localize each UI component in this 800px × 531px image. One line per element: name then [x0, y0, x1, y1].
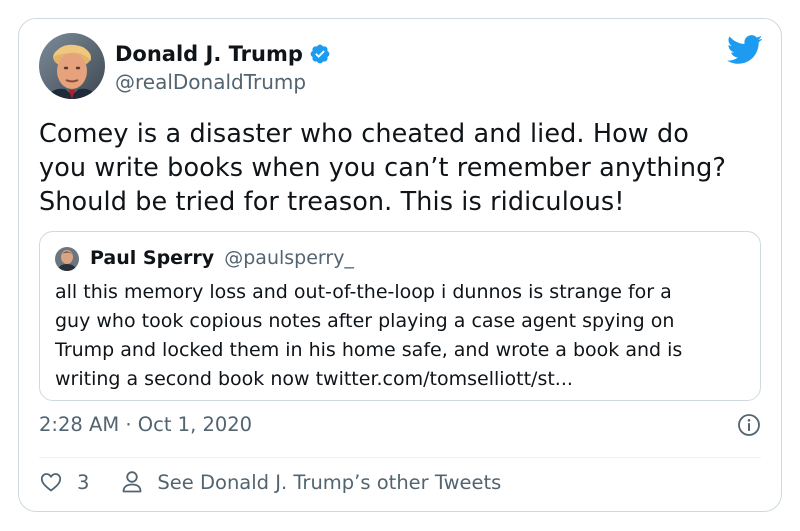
author-display-name[interactable]: Donald J. Trump: [115, 41, 303, 67]
tweet-text: Comey is a disaster who cheated and lied…: [39, 119, 727, 217]
profile-photo-icon: [39, 33, 105, 99]
heart-icon: [40, 473, 62, 492]
tweet-actions: 3 See Donald J. Trump’s other Tweets: [39, 467, 501, 497]
divider: [39, 457, 761, 458]
twitter-bird-icon[interactable]: [727, 35, 763, 65]
quoted-header: Paul Sperry @paulsperry_: [90, 245, 354, 271]
quoted-display-name: Paul Sperry: [90, 247, 215, 269]
quoted-tweet[interactable]: Paul Sperry @paulsperry_ all this memory…: [39, 231, 761, 401]
quoted-text: all this memory loss and out-of-the-loop…: [55, 281, 683, 390]
person-icon: [123, 471, 142, 493]
like-count: 3: [77, 470, 90, 494]
quoted-author-avatar[interactable]: [55, 247, 79, 271]
quoted-profile-photo-icon: [55, 247, 79, 271]
like-button[interactable]: 3: [39, 470, 89, 494]
tweet-card[interactable]: Donald J. Trump @realDonaldTrump Comey i…: [18, 18, 782, 512]
author-handle[interactable]: @realDonaldTrump: [115, 69, 306, 95]
verified-badge-icon: [310, 44, 330, 64]
tweet-timestamp[interactable]: 2:28 AM · Oct 1, 2020: [39, 411, 252, 439]
see-other-tweets-link[interactable]: See Donald J. Trump’s other Tweets: [121, 470, 501, 494]
author-display-name-row[interactable]: Donald J. Trump: [115, 41, 331, 67]
other-tweets-label: See Donald J. Trump’s other Tweets: [157, 470, 502, 494]
quoted-handle: @paulsperry_: [224, 247, 354, 269]
author-avatar[interactable]: [39, 33, 105, 99]
info-icon[interactable]: [737, 413, 761, 437]
